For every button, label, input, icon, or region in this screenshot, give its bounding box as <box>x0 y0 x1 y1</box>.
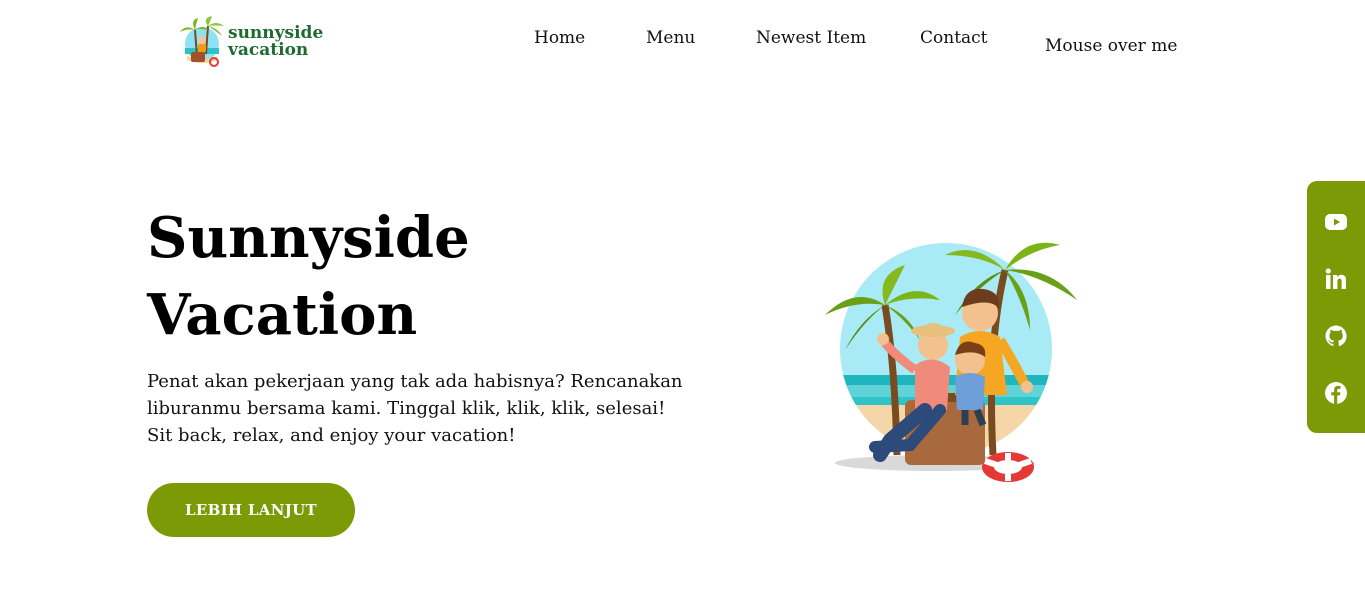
facebook-icon[interactable] <box>1324 381 1348 405</box>
vacation-family-illustration <box>825 242 1077 482</box>
nav-newest-item[interactable]: Newest Item <box>756 28 866 48</box>
logo-illustration <box>180 16 224 67</box>
hero-title: Sunnyside Vacation <box>147 200 470 354</box>
youtube-icon[interactable] <box>1324 210 1348 234</box>
lebih-lanjut-button[interactable]: LEBIH LANJUT <box>147 483 355 537</box>
hero-description: Penat akan pekerjaan yang tak ada habisn… <box>147 371 683 446</box>
brand-name-line2: vacation <box>228 40 309 60</box>
hero-title-line1: Sunnyside <box>147 205 470 271</box>
brand-logo[interactable]: sunnyside vacation <box>178 16 323 68</box>
hero-title-line2: Vacation <box>147 282 418 348</box>
nav-home[interactable]: Home <box>534 28 585 48</box>
github-icon[interactable] <box>1324 324 1348 348</box>
nav-contact[interactable]: Contact <box>920 28 988 48</box>
social-sidebar <box>1307 181 1365 433</box>
nav-mouse-over[interactable]: Mouse over me <box>1045 36 1177 56</box>
nav-menu[interactable]: Menu <box>646 28 695 48</box>
linkedin-icon[interactable] <box>1324 267 1348 291</box>
brand-name: sunnyside vacation <box>228 25 323 59</box>
